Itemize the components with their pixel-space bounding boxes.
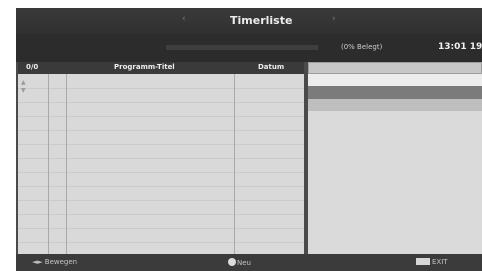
- detail-row: [308, 62, 482, 74]
- detail-row-selected: [308, 86, 482, 99]
- detail-row: [308, 99, 482, 111]
- clock: 13:01 19 M: [438, 42, 482, 52]
- scroll-down-icon: ▼: [21, 87, 26, 94]
- column-divider: [66, 74, 67, 254]
- exit-hint-label: EXIT: [432, 258, 448, 266]
- table-row-divider: [18, 88, 304, 89]
- table-row-divider: [18, 242, 304, 243]
- table-row-divider: [18, 144, 304, 145]
- column-count: 0/0: [26, 63, 39, 71]
- table-row-divider: [18, 186, 304, 187]
- move-hint: ◄► Bewegen: [32, 258, 77, 266]
- new-hint[interactable]: Neu: [228, 258, 251, 267]
- table-row-divider: [18, 102, 304, 103]
- exit-key-icon: [416, 258, 430, 265]
- title-bar: ‹ Timerliste ›: [16, 8, 482, 34]
- storage-usage-bar: [166, 45, 318, 50]
- page-title: Timerliste: [230, 14, 293, 27]
- info-bar: (0% Belegt) 13:01 19 M: [16, 34, 482, 62]
- exit-hint[interactable]: EXIT: [416, 258, 448, 266]
- column-divider: [48, 74, 49, 254]
- red-button-icon: [228, 258, 236, 266]
- table-row-divider: [18, 158, 304, 159]
- timer-detail-panel: [308, 62, 482, 254]
- table-row-divider: [18, 214, 304, 215]
- timer-table[interactable]: ▲ ▼: [18, 74, 304, 254]
- nav-right-arrow-icon[interactable]: ›: [332, 14, 336, 24]
- footer-hints: ◄► Bewegen Neu EXIT: [16, 254, 482, 271]
- table-row-divider: [18, 130, 304, 131]
- table-row-divider: [18, 228, 304, 229]
- scroll-up-icon: ▲: [21, 79, 26, 86]
- new-hint-label: Neu: [237, 259, 251, 267]
- storage-usage-text: (0% Belegt): [341, 43, 383, 51]
- column-program-title: Programm-Titel: [114, 63, 175, 71]
- table-row-divider: [18, 172, 304, 173]
- tv-screen: ‹ Timerliste › (0% Belegt) 13:01 19 M 0/…: [16, 8, 482, 271]
- dpad-icon: ◄►: [32, 258, 43, 266]
- table-row-divider: [18, 116, 304, 117]
- move-hint-label: Bewegen: [44, 258, 78, 266]
- column-date: Datum: [258, 63, 285, 71]
- table-row-divider: [18, 200, 304, 201]
- column-divider: [234, 74, 235, 254]
- timer-table-header: 0/0 Programm-Titel Datum: [18, 62, 304, 74]
- nav-left-arrow-icon[interactable]: ‹: [182, 14, 186, 24]
- detail-row: [308, 74, 482, 86]
